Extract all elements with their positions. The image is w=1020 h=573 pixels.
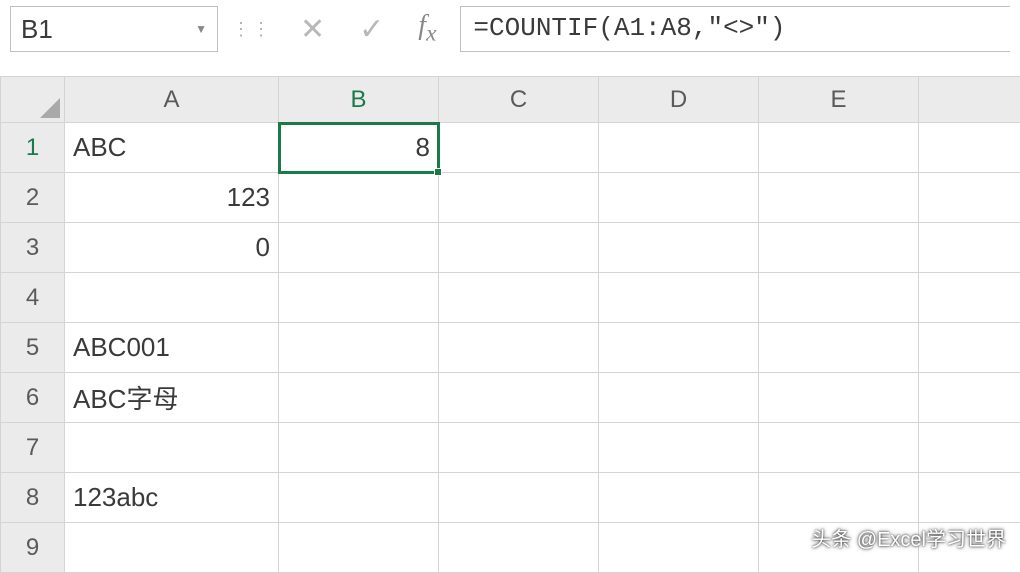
row-header-9[interactable]: 9 bbox=[1, 523, 65, 573]
formula-bar-row: B1 ▼ ⋮⋮ ✕ ✓ fx =COUNTIF(A1:A8,"<>") bbox=[0, 0, 1020, 58]
row-header-4[interactable]: 4 bbox=[1, 273, 65, 323]
cell-C1[interactable] bbox=[439, 123, 599, 173]
cell-F9[interactable] bbox=[919, 523, 1020, 573]
cell-F4[interactable] bbox=[919, 273, 1020, 323]
row-header-3[interactable]: 3 bbox=[1, 223, 65, 273]
cell-F7[interactable] bbox=[919, 423, 1020, 473]
cell-B7[interactable] bbox=[279, 423, 439, 473]
cell-B6[interactable] bbox=[279, 373, 439, 423]
cell-D9[interactable] bbox=[599, 523, 759, 573]
cell-A5[interactable]: ABC001 bbox=[65, 323, 279, 373]
cell-C6[interactable] bbox=[439, 373, 599, 423]
resize-handle[interactable]: ⋮⋮ bbox=[228, 19, 276, 40]
insert-function-icon[interactable]: fx bbox=[418, 10, 436, 48]
formula-text: =COUNTIF(A1:A8,"<>") bbox=[473, 13, 785, 43]
spreadsheet-grid[interactable]: A B C D E 1 ABC 8 2 bbox=[0, 76, 1020, 573]
row-header-2[interactable]: 2 bbox=[1, 173, 65, 223]
cell-D1[interactable] bbox=[599, 123, 759, 173]
cell-B4[interactable] bbox=[279, 273, 439, 323]
col-header-F[interactable] bbox=[919, 77, 1020, 123]
cell-A1[interactable]: ABC bbox=[65, 123, 279, 173]
cell-D8[interactable] bbox=[599, 473, 759, 523]
name-box-value: B1 bbox=[21, 14, 53, 45]
cell-A8[interactable]: 123abc bbox=[65, 473, 279, 523]
cell-A6[interactable]: ABC字母 bbox=[65, 373, 279, 423]
cell-E6[interactable] bbox=[759, 373, 919, 423]
cell-D3[interactable] bbox=[599, 223, 759, 273]
cell-C3[interactable] bbox=[439, 223, 599, 273]
cell-F2[interactable] bbox=[919, 173, 1020, 223]
cell-C4[interactable] bbox=[439, 273, 599, 323]
row-header-6[interactable]: 6 bbox=[1, 373, 65, 423]
cell-A9[interactable] bbox=[65, 523, 279, 573]
cell-B5[interactable] bbox=[279, 323, 439, 373]
cell-F3[interactable] bbox=[919, 223, 1020, 273]
cell-E7[interactable] bbox=[759, 423, 919, 473]
cell-B2[interactable] bbox=[279, 173, 439, 223]
cell-A3[interactable]: 0 bbox=[65, 223, 279, 273]
col-header-D[interactable]: D bbox=[599, 77, 759, 123]
cell-A4[interactable] bbox=[65, 273, 279, 323]
cell-B8[interactable] bbox=[279, 473, 439, 523]
cell-C7[interactable] bbox=[439, 423, 599, 473]
col-header-B[interactable]: B bbox=[279, 77, 439, 123]
row-header-7[interactable]: 7 bbox=[1, 423, 65, 473]
cell-D7[interactable] bbox=[599, 423, 759, 473]
cell-D2[interactable] bbox=[599, 173, 759, 223]
fill-handle[interactable] bbox=[434, 168, 442, 176]
cell-F5[interactable] bbox=[919, 323, 1020, 373]
cell-B1[interactable]: 8 bbox=[279, 123, 439, 173]
row-header-5[interactable]: 5 bbox=[1, 323, 65, 373]
cell-E1[interactable] bbox=[759, 123, 919, 173]
cell-E8[interactable] bbox=[759, 473, 919, 523]
cell-E9[interactable] bbox=[759, 523, 919, 573]
col-header-E[interactable]: E bbox=[759, 77, 919, 123]
cell-E4[interactable] bbox=[759, 273, 919, 323]
cell-B3[interactable] bbox=[279, 223, 439, 273]
cell-F1[interactable] bbox=[919, 123, 1020, 173]
col-header-A[interactable]: A bbox=[65, 77, 279, 123]
cell-C9[interactable] bbox=[439, 523, 599, 573]
formula-input[interactable]: =COUNTIF(A1:A8,"<>") bbox=[460, 6, 1010, 52]
cell-E3[interactable] bbox=[759, 223, 919, 273]
corner-triangle-icon bbox=[40, 98, 60, 118]
cell-B9[interactable] bbox=[279, 523, 439, 573]
cell-A2[interactable]: 123 bbox=[65, 173, 279, 223]
enter-icon[interactable]: ✓ bbox=[359, 12, 384, 47]
formula-controls: ✕ ✓ fx bbox=[286, 10, 450, 48]
select-all-corner[interactable] bbox=[1, 77, 65, 123]
col-header-C[interactable]: C bbox=[439, 77, 599, 123]
cell-E5[interactable] bbox=[759, 323, 919, 373]
cell-A7[interactable] bbox=[65, 423, 279, 473]
cell-E2[interactable] bbox=[759, 173, 919, 223]
cell-F6[interactable] bbox=[919, 373, 1020, 423]
cancel-icon[interactable]: ✕ bbox=[300, 12, 325, 47]
name-box[interactable]: B1 ▼ bbox=[10, 6, 218, 52]
cell-B1-value: 8 bbox=[416, 132, 430, 162]
cell-D6[interactable] bbox=[599, 373, 759, 423]
cell-D4[interactable] bbox=[599, 273, 759, 323]
row-header-8[interactable]: 8 bbox=[1, 473, 65, 523]
cell-D5[interactable] bbox=[599, 323, 759, 373]
cell-C2[interactable] bbox=[439, 173, 599, 223]
name-box-dropdown-icon[interactable]: ▼ bbox=[195, 22, 207, 36]
cell-F8[interactable] bbox=[919, 473, 1020, 523]
cell-C5[interactable] bbox=[439, 323, 599, 373]
cell-C8[interactable] bbox=[439, 473, 599, 523]
row-header-1[interactable]: 1 bbox=[1, 123, 65, 173]
